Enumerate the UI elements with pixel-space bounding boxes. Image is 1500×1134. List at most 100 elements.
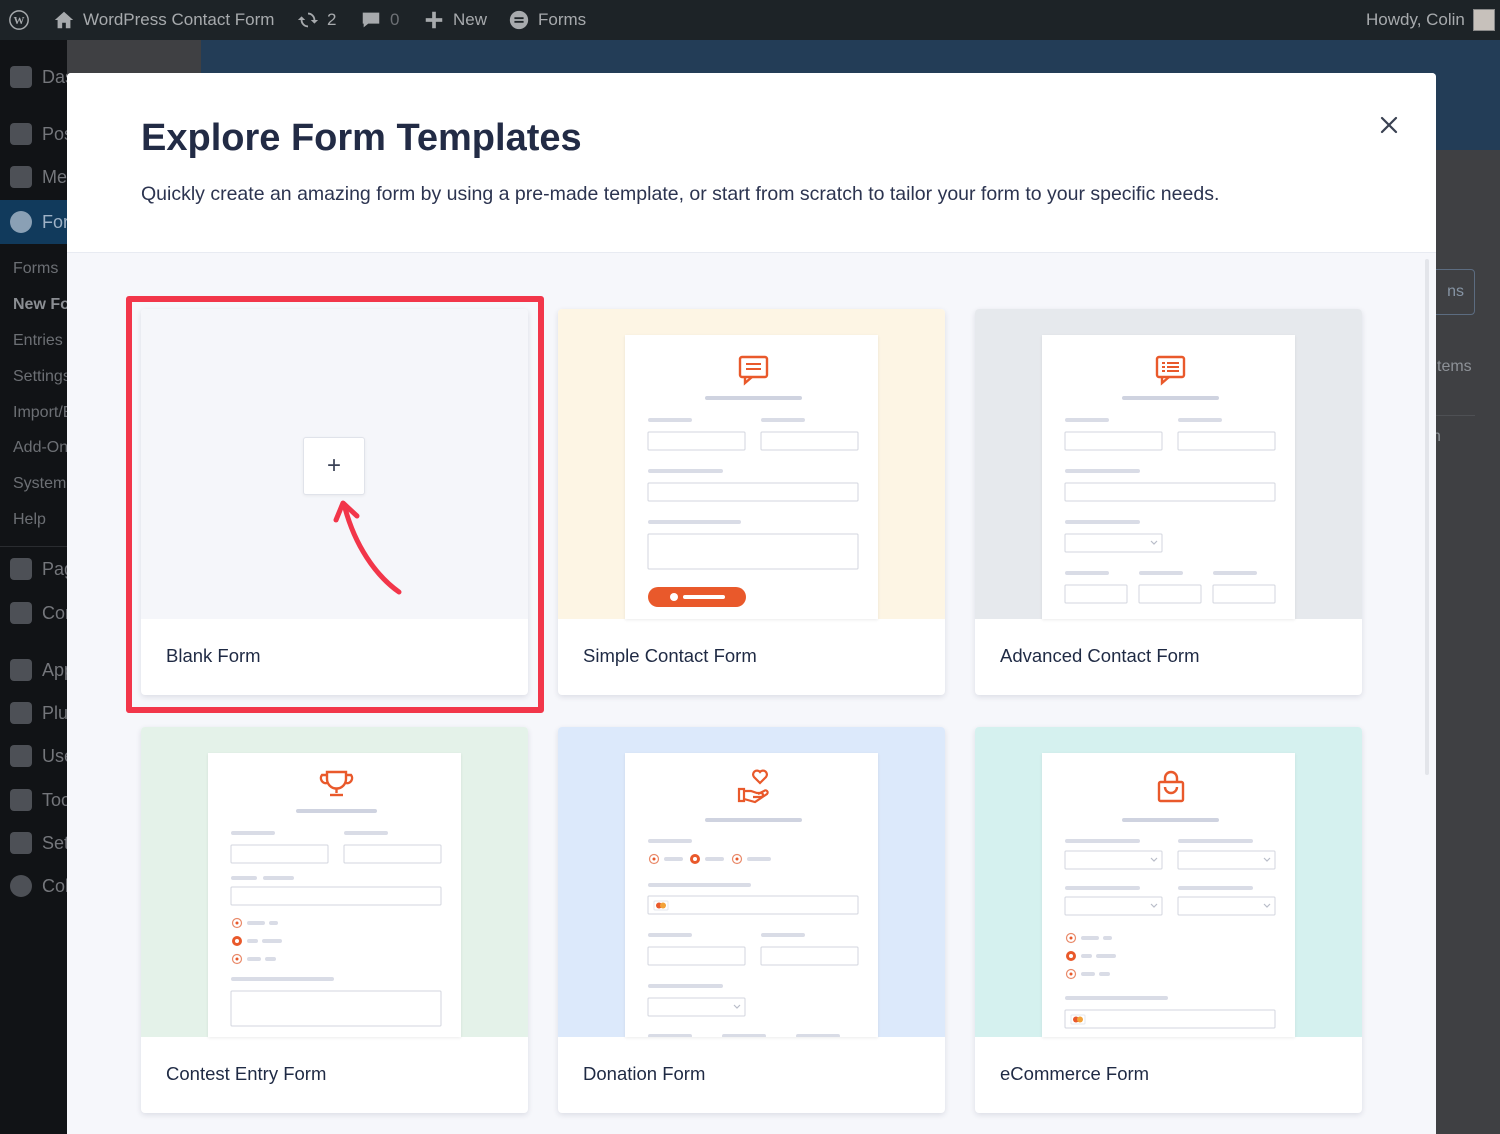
submenu-new-form[interactable]: New Form xyxy=(13,296,67,314)
sidebar-item-label: Tools xyxy=(42,789,67,810)
template-preview xyxy=(141,727,528,1037)
collapse-icon xyxy=(10,875,32,897)
template-name: Contest Entry Form xyxy=(166,1063,327,1084)
wrench-icon xyxy=(10,789,32,811)
sidebar-item-dashboard[interactable]: Dashboard xyxy=(0,57,67,97)
account-menu[interactable]: Howdy, Colin xyxy=(1366,0,1495,40)
template-card-donation-form[interactable]: Donation Form xyxy=(558,727,945,1113)
sidebar-item-tools[interactable]: Tools xyxy=(0,780,67,820)
form-preview-paper xyxy=(1042,753,1295,1037)
sidebar-separator xyxy=(0,546,67,547)
plus-icon xyxy=(423,9,445,31)
form-preview-illustration xyxy=(647,769,859,1037)
sidebar-item-label: Settings xyxy=(42,832,67,853)
sidebar-item-pages[interactable]: Pages xyxy=(0,549,67,589)
form-preview-paper xyxy=(625,335,878,619)
trophy-icon xyxy=(319,770,354,797)
sidebar-item-label: Forms xyxy=(42,211,67,232)
form-preview-illustration xyxy=(647,355,859,607)
close-button[interactable] xyxy=(1369,105,1409,145)
comment-icon xyxy=(360,9,382,31)
modal-scrollbar[interactable] xyxy=(1425,259,1429,775)
add-blank-form-button[interactable]: + xyxy=(303,437,365,495)
template-preview: + xyxy=(141,309,528,619)
submenu-settings[interactable]: Settings xyxy=(13,368,67,386)
template-name: Simple Contact Form xyxy=(583,645,757,666)
updates-link[interactable]: 2 xyxy=(297,0,336,40)
chat-icon xyxy=(738,355,769,386)
template-preview xyxy=(975,309,1362,619)
submenu-entries[interactable]: Entries xyxy=(13,332,63,350)
template-card-advanced-contact-form[interactable]: Advanced Contact Form xyxy=(975,309,1362,695)
sidebar-item-label: Appearance xyxy=(42,659,67,680)
sidebar-item-appearance[interactable]: Appearance xyxy=(0,650,67,690)
template-preview xyxy=(558,727,945,1037)
template-preview xyxy=(558,309,945,619)
svg-text:W: W xyxy=(14,15,25,27)
howdy-text: Howdy, Colin xyxy=(1366,10,1465,29)
form-preview-paper xyxy=(625,753,878,1037)
form-preview-paper xyxy=(208,753,461,1037)
settings-icon xyxy=(10,832,32,854)
sidebar-item-label: Comments xyxy=(42,602,67,623)
background-items-count: tems xyxy=(1437,358,1472,375)
avatar xyxy=(1472,9,1495,31)
admin-bar: W WordPress Contact Form 2 0 New Forms H… xyxy=(0,0,1500,40)
template-card-ecommerce-form[interactable]: eCommerce Form xyxy=(975,727,1362,1113)
sidebar-item-label: Media xyxy=(42,166,67,187)
page-icon xyxy=(10,558,32,580)
form-preview-illustration xyxy=(1064,355,1276,604)
form-preview-illustration xyxy=(230,770,442,1027)
media-icon xyxy=(10,166,32,188)
comment-icon xyxy=(10,602,32,624)
home-icon xyxy=(53,9,75,31)
template-modal: Explore Form Templates Quickly create an… xyxy=(67,73,1436,1134)
submenu-import-export[interactable]: Import/Export xyxy=(13,404,67,422)
user-icon xyxy=(10,745,32,767)
submenu-add-ons[interactable]: Add-Ons xyxy=(13,439,67,457)
sidebar-item-label: Plugins xyxy=(42,702,67,723)
admin-sidebar: Dashboard Posts Media Forms Forms New Fo… xyxy=(0,40,67,1134)
sidebar-item-label: Pages xyxy=(42,558,67,579)
new-label: New xyxy=(453,10,488,29)
comments-link[interactable]: 0 xyxy=(360,0,399,40)
forms-label: Forms xyxy=(538,10,587,29)
shopping-bag-icon xyxy=(1157,770,1185,803)
submenu-forms[interactable]: Forms xyxy=(13,260,58,278)
form-preview-paper xyxy=(1042,335,1295,619)
submenu-help[interactable]: Help xyxy=(13,511,46,529)
donation-heart-hand-icon xyxy=(737,769,769,804)
template-card-simple-contact-form[interactable]: Simple Contact Form xyxy=(558,309,945,695)
template-card-blank-form[interactable]: + Blank Form xyxy=(141,309,528,695)
new-content-link[interactable]: New xyxy=(423,0,487,40)
modal-title: Explore Form Templates xyxy=(141,117,582,159)
template-card-contest-entry-form[interactable]: Contest Entry Form xyxy=(141,727,528,1113)
forms-link[interactable]: Forms xyxy=(508,0,586,40)
plus-icon: + xyxy=(326,452,341,479)
modal-header: Explore Form Templates Quickly create an… xyxy=(67,73,1436,253)
submenu-system-status[interactable]: System Status xyxy=(13,475,67,493)
dashboard-icon xyxy=(10,66,32,88)
sidebar-item-users[interactable]: Users xyxy=(0,736,67,776)
list-form-icon xyxy=(1155,355,1186,386)
comments-count: 0 xyxy=(390,10,400,29)
brush-icon xyxy=(10,659,32,681)
sidebar-item-settings[interactable]: Settings xyxy=(0,823,67,863)
site-name: WordPress Contact Form xyxy=(83,10,275,29)
wordpress-logo-button[interactable]: W xyxy=(8,0,30,40)
template-name: Blank Form xyxy=(166,645,261,666)
sidebar-item-posts[interactable]: Posts xyxy=(0,114,67,154)
updates-count: 2 xyxy=(327,10,337,29)
sidebar-item-label: Posts xyxy=(42,123,67,144)
site-name-link[interactable]: WordPress Contact Form xyxy=(53,0,274,40)
forms-icon xyxy=(10,211,32,233)
wordpress-icon: W xyxy=(8,9,30,31)
sidebar-item-comments[interactable]: Comments xyxy=(0,593,67,633)
sidebar-item-forms[interactable]: Forms xyxy=(0,200,67,244)
sidebar-item-media[interactable]: Media xyxy=(0,157,67,197)
form-preview-illustration xyxy=(1064,770,1276,1029)
pin-icon xyxy=(10,123,32,145)
sidebar-item-plugins[interactable]: Plugins xyxy=(0,693,67,733)
template-name: eCommerce Form xyxy=(1000,1063,1150,1084)
sidebar-item-collapse[interactable]: Collapse menu xyxy=(0,866,67,906)
